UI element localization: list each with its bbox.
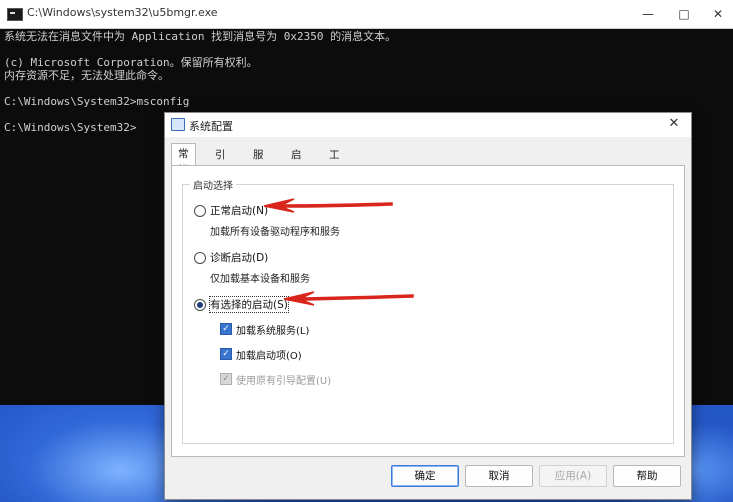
annotation-arrows [263, 198, 414, 306]
red-arrow-normal-startup [263, 198, 393, 213]
red-arrow-selective-startup [283, 291, 414, 306]
